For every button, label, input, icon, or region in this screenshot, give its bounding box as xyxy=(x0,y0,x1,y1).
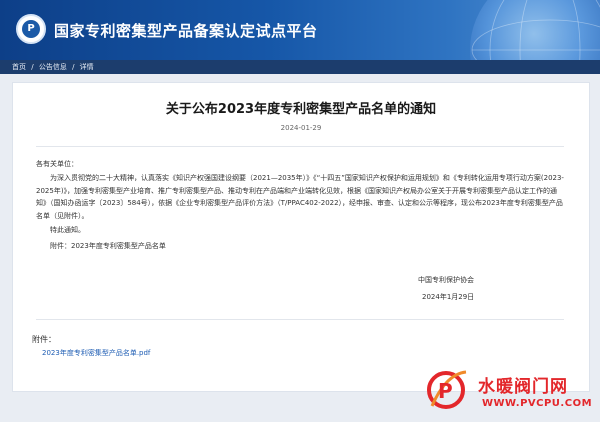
watermark: P 水暖阀门网 WWW.PVCPU.COM xyxy=(426,366,596,418)
article-attachment-line: 附件：2023年度专利密集型产品名单 xyxy=(50,242,166,250)
breadcrumb-separator: / xyxy=(31,63,34,71)
article-paragraph: 为深入贯彻党的二十大精神，认真落实《知识产权强国建设纲要（2021—2035年）… xyxy=(36,174,564,220)
signature-organization: 中国专利保护协会 xyxy=(418,276,474,284)
breadcrumb-announcements[interactable]: 公告信息 xyxy=(39,63,67,71)
article-notice: 特此通知。 xyxy=(50,226,85,234)
signature-date: 2024年1月29日 xyxy=(422,293,475,301)
article-title: 关于公布2023年度专利密集型产品名单的通知 xyxy=(165,102,437,117)
attachments-label: 附件： xyxy=(32,335,56,344)
attachment-file-link[interactable]: 2023年度专利密集型产品名单.pdf xyxy=(42,348,150,358)
article-greeting: 各有关单位： xyxy=(36,160,78,168)
watermark-text: 水暖阀门网 xyxy=(478,377,568,397)
breadcrumb-home[interactable]: 首页 xyxy=(12,63,26,71)
globe-grid-decoration xyxy=(471,0,600,60)
patent-logo-icon[interactable]: P xyxy=(16,14,46,44)
article-date: 2024-01-29 xyxy=(280,124,322,132)
site-title[interactable]: 国家专利密集型产品备案认定试点平台 xyxy=(54,20,318,41)
breadcrumb-separator: / xyxy=(72,63,75,71)
title-divider xyxy=(36,146,564,147)
breadcrumb-detail: 详情 xyxy=(79,63,94,71)
watermark-url: WWW.PVCPU.COM xyxy=(482,398,593,409)
svg-text:P: P xyxy=(438,379,453,403)
watermark-logo-icon: P xyxy=(427,370,467,409)
attachment-divider xyxy=(36,319,564,320)
breadcrumb: 首页 / 公告信息 / 详情 xyxy=(12,62,97,72)
logo-letter: P xyxy=(22,20,40,38)
site-header: P 国家专利密集型产品备案认定试点平台 xyxy=(0,0,600,60)
